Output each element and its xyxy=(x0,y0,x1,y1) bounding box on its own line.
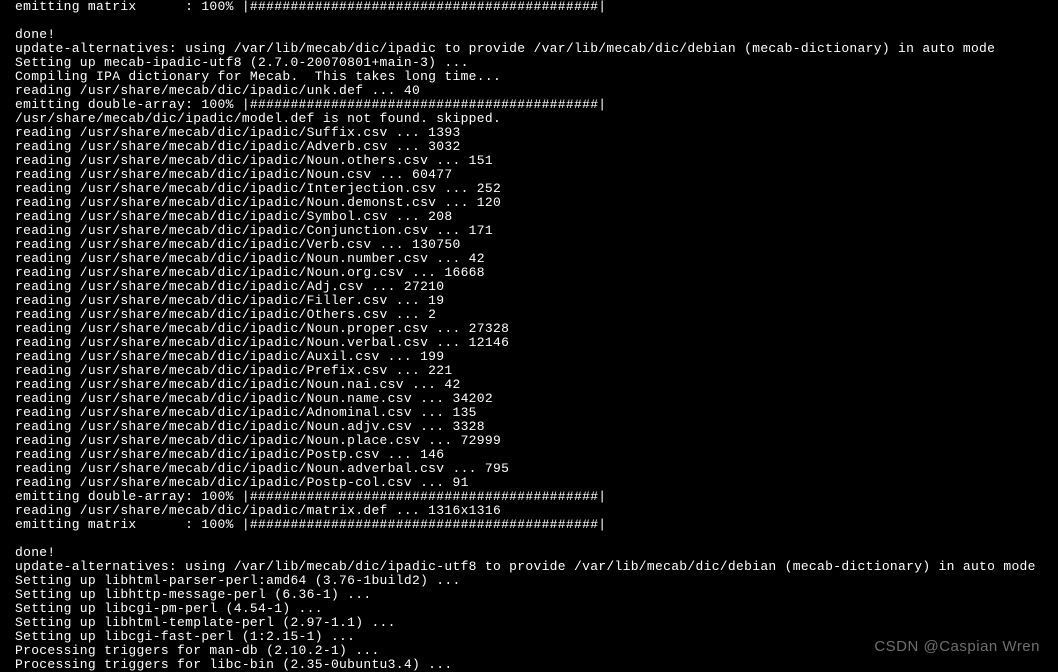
terminal-line: emitting double-array: 100% |###########… xyxy=(15,98,1043,112)
terminal-line: emitting matrix : 100% |################… xyxy=(15,0,1043,14)
terminal-line: reading /usr/share/mecab/dic/ipadic/Inte… xyxy=(15,182,1043,196)
terminal-line: reading /usr/share/mecab/dic/ipadic/Noun… xyxy=(15,420,1043,434)
terminal-line xyxy=(15,14,1043,28)
terminal-line: update-alternatives: using /var/lib/meca… xyxy=(15,560,1043,574)
terminal-line: reading /usr/share/mecab/dic/ipadic/Othe… xyxy=(15,308,1043,322)
terminal-line: emitting matrix : 100% |################… xyxy=(15,518,1043,532)
terminal-line: reading /usr/share/mecab/dic/ipadic/Noun… xyxy=(15,168,1043,182)
watermark-text: CSDN @Caspian Wren xyxy=(874,640,1040,654)
terminal-line: Setting up libcgi-pm-perl (4.54-1) ... xyxy=(15,602,1043,616)
terminal-line: Setting up libhttp-message-perl (6.36-1)… xyxy=(15,588,1043,602)
terminal-line: reading /usr/share/mecab/dic/ipadic/Noun… xyxy=(15,266,1043,280)
terminal-line: reading /usr/share/mecab/dic/ipadic/Noun… xyxy=(15,336,1043,350)
terminal-line: reading /usr/share/mecab/dic/ipadic/Noun… xyxy=(15,252,1043,266)
terminal-line xyxy=(15,532,1043,546)
terminal-line: reading /usr/share/mecab/dic/ipadic/Symb… xyxy=(15,210,1043,224)
terminal-line: reading /usr/share/mecab/dic/ipadic/Noun… xyxy=(15,154,1043,168)
terminal-line: reading /usr/share/mecab/dic/ipadic/Adno… xyxy=(15,406,1043,420)
terminal-line: reading /usr/share/mecab/dic/ipadic/matr… xyxy=(15,504,1043,518)
terminal-line: Setting up mecab-ipadic-utf8 (2.7.0-2007… xyxy=(15,56,1043,70)
terminal-line: reading /usr/share/mecab/dic/ipadic/unk.… xyxy=(15,84,1043,98)
terminal-line: done! xyxy=(15,546,1043,560)
terminal-line: reading /usr/share/mecab/dic/ipadic/Suff… xyxy=(15,126,1043,140)
terminal-line: reading /usr/share/mecab/dic/ipadic/Noun… xyxy=(15,434,1043,448)
terminal-line: reading /usr/share/mecab/dic/ipadic/Post… xyxy=(15,476,1043,490)
terminal-line: reading /usr/share/mecab/dic/ipadic/Verb… xyxy=(15,238,1043,252)
terminal-line: reading /usr/share/mecab/dic/ipadic/Post… xyxy=(15,448,1043,462)
terminal-line: reading /usr/share/mecab/dic/ipadic/Fill… xyxy=(15,294,1043,308)
terminal-line: emitting double-array: 100% |###########… xyxy=(15,490,1043,504)
terminal-line: Setting up libhtml-template-perl (2.97-1… xyxy=(15,616,1043,630)
terminal-line: done! xyxy=(15,28,1043,42)
terminal-line: Setting up libhtml-parser-perl:amd64 (3.… xyxy=(15,574,1043,588)
terminal-line: reading /usr/share/mecab/dic/ipadic/Noun… xyxy=(15,462,1043,476)
terminal-line: /usr/share/mecab/dic/ipadic/model.def is… xyxy=(15,112,1043,126)
terminal-line: reading /usr/share/mecab/dic/ipadic/Pref… xyxy=(15,364,1043,378)
terminal-line: reading /usr/share/mecab/dic/ipadic/Noun… xyxy=(15,392,1043,406)
terminal-line: reading /usr/share/mecab/dic/ipadic/Auxi… xyxy=(15,350,1043,364)
terminal-line: reading /usr/share/mecab/dic/ipadic/Noun… xyxy=(15,378,1043,392)
terminal-line: reading /usr/share/mecab/dic/ipadic/Noun… xyxy=(15,322,1043,336)
terminal-output: emitting matrix : 100% |################… xyxy=(0,0,1058,672)
terminal-line: reading /usr/share/mecab/dic/ipadic/Noun… xyxy=(15,196,1043,210)
terminal-line: Processing triggers for libc-bin (2.35-0… xyxy=(15,658,1043,672)
terminal-line: update-alternatives: using /var/lib/meca… xyxy=(15,42,1043,56)
terminal-line: reading /usr/share/mecab/dic/ipadic/Adve… xyxy=(15,140,1043,154)
terminal-line: reading /usr/share/mecab/dic/ipadic/Conj… xyxy=(15,224,1043,238)
terminal-line: Compiling IPA dictionary for Mecab. This… xyxy=(15,70,1043,84)
terminal-line: reading /usr/share/mecab/dic/ipadic/Adj.… xyxy=(15,280,1043,294)
